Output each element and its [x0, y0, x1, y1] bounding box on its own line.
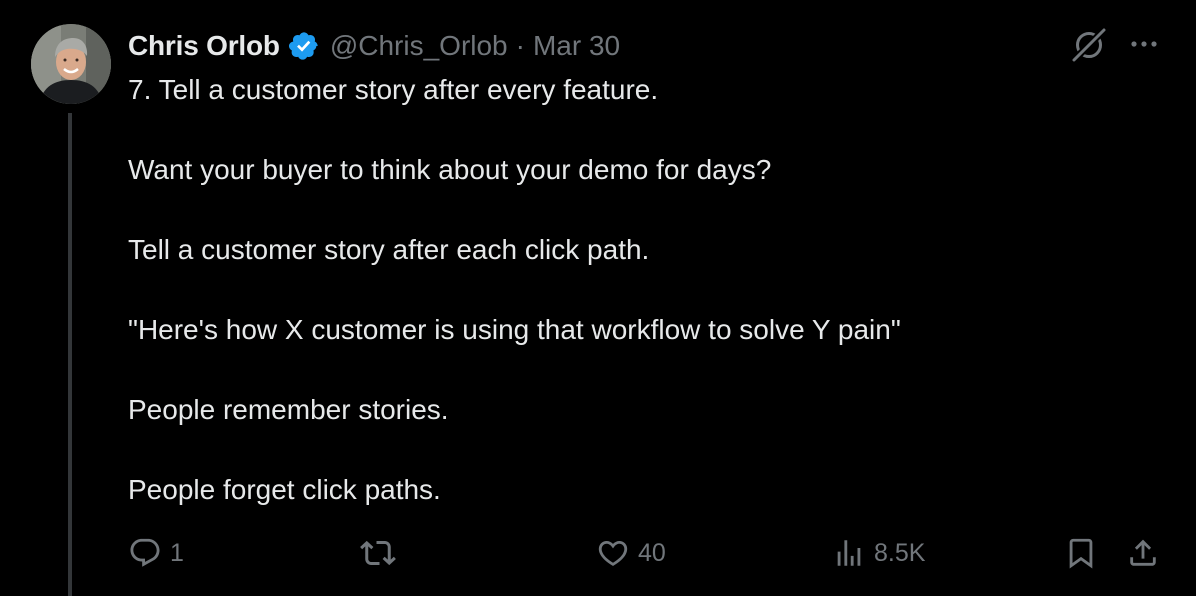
separator-dot: · [515, 30, 525, 61]
tweet-line: "Here's how X customer is using that wor… [128, 314, 901, 345]
verified-badge-icon[interactable] [288, 30, 320, 62]
reply-icon [128, 536, 162, 570]
author-name[interactable]: Chris Orlob [128, 30, 280, 62]
author-handle[interactable]: @Chris_Orlob [330, 30, 508, 62]
more-icon[interactable] [1128, 32, 1160, 56]
like-button[interactable]: 40 [596, 530, 666, 576]
tweet-line: People remember stories. [128, 394, 449, 425]
action-bar: 1 40 8.5K [0, 530, 1196, 576]
repost-icon [360, 535, 396, 571]
bookmark-button[interactable] [1064, 530, 1098, 576]
tweet-header: Chris Orlob @Chris_Orlob · Mar 30 [128, 26, 620, 66]
like-count: 40 [638, 538, 666, 567]
tweet-line: Tell a customer story after each click p… [128, 234, 650, 265]
share-icon [1126, 536, 1160, 570]
tweet-line: People forget click paths. [128, 474, 441, 505]
tweet-line: 7. Tell a customer story after every fea… [128, 74, 659, 105]
bookmark-icon [1064, 536, 1098, 570]
views-button[interactable]: 8.5K [832, 530, 925, 576]
views-count: 8.5K [874, 538, 926, 567]
tweet-line: Want your buyer to think about your demo… [128, 154, 772, 185]
repost-button[interactable] [360, 530, 404, 576]
reply-button[interactable]: 1 [128, 530, 184, 576]
share-button[interactable] [1126, 530, 1160, 576]
thread-line [68, 113, 72, 596]
heart-icon [596, 536, 630, 570]
grok-icon[interactable] [1070, 26, 1108, 64]
tweet[interactable]: Chris Orlob @Chris_Orlob · Mar 30 7. Tel… [0, 0, 1196, 596]
reply-count: 1 [170, 538, 184, 567]
avatar[interactable] [31, 24, 111, 104]
views-icon [832, 536, 866, 570]
tweet-date[interactable]: Mar 30 [533, 30, 620, 62]
tweet-text: 7. Tell a customer story after every fea… [128, 70, 1128, 510]
